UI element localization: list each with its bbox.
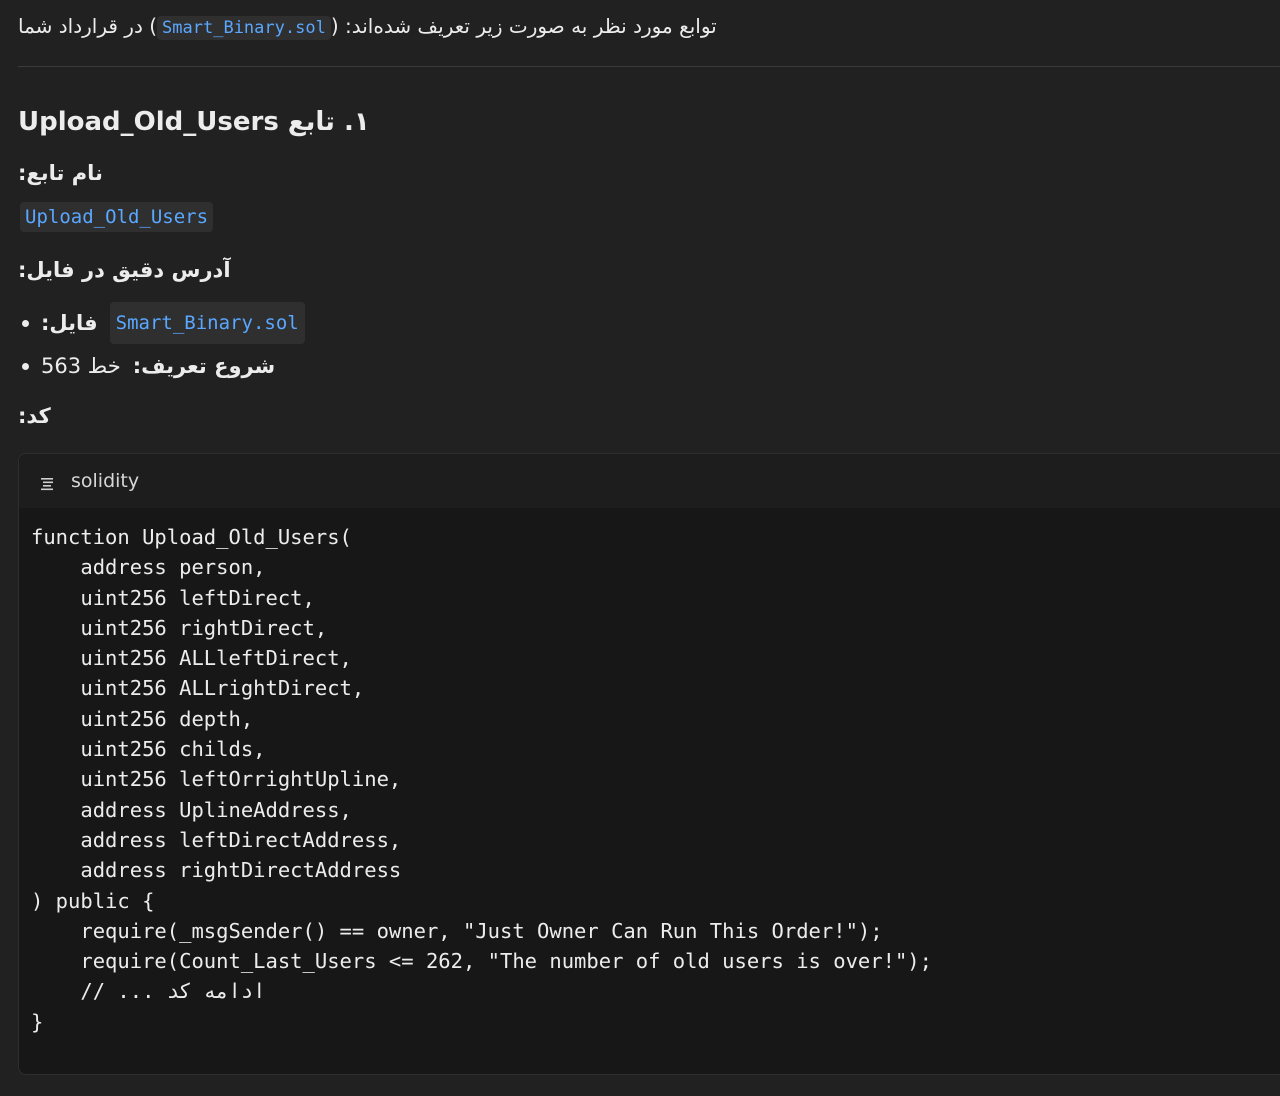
code-line: address leftDirectAddress,: [31, 827, 402, 852]
bullet-dot: [22, 362, 29, 370]
code-line: address UplineAddress,: [31, 797, 352, 822]
code-language-label: solidity: [71, 470, 140, 492]
code-line: uint256 ALLrightDirect,: [31, 676, 365, 701]
list-item: خط 563 شروع تعریف:: [22, 349, 275, 383]
code-line: uint256 ALLleftDirect,: [31, 646, 352, 671]
code-label: کد:: [18, 404, 51, 428]
code-line: uint256 childs,: [31, 737, 266, 762]
code-body[interactable]: function Upload_Old_Users( address perso…: [19, 508, 1280, 1037]
code-block: solidity function Upload_Old_Users( addr…: [18, 453, 1280, 1075]
code-line: address person,: [31, 555, 266, 580]
code-line: uint256 depth,: [31, 706, 254, 731]
bullet-dot: [22, 319, 29, 327]
intro-suffix: توابع مورد نظر به صورت زیر تعریف شده‌اند…: [344, 14, 717, 38]
code-block-header: solidity: [19, 454, 1280, 508]
function-name-code-wrap: Upload_Old_Users: [20, 202, 214, 232]
bullet-label: شروع تعریف:: [132, 354, 276, 378]
function-name-code: Upload_Old_Users: [20, 202, 214, 232]
code-line: address rightDirectAddress: [31, 858, 402, 883]
intro-filename-code: Smart_Binary.sol: [157, 16, 331, 40]
code-line: // ... ادامه کد: [31, 979, 266, 1004]
code-line: function Upload_Old_Users(: [31, 525, 352, 549]
chat-response: در قرارداد شما (Smart_Binary.sol) توابع …: [0, 0, 1280, 1096]
code-line: uint256 rightDirect,: [31, 615, 328, 640]
code-lines-icon: [41, 474, 57, 491]
bullet-label: فایل:: [41, 311, 98, 335]
intro-prefix: در قرارداد شما: [18, 14, 143, 38]
code-line: require(Count_Last_Users <= 262, "The nu…: [31, 949, 932, 974]
code-line: ) public {: [31, 888, 155, 913]
function-name-label: نام تابع:: [18, 161, 103, 185]
code-line: uint256 leftDirect,: [31, 585, 315, 610]
intro-paragraph: در قرارداد شما (Smart_Binary.sol) توابع …: [18, 14, 717, 40]
list-item: فایل: Smart_Binary.sol: [22, 302, 305, 344]
address-label: آدرس دقیق در فایل:: [18, 258, 231, 282]
section-heading: ۱. تابع Upload_Old_Users: [18, 107, 370, 137]
bullet-value: خط 563: [41, 354, 121, 378]
code-line: require(_msgSender() == owner, "Just Own…: [31, 918, 883, 943]
code-line: uint256 leftOrrightUpline,: [31, 767, 402, 792]
code-line: }: [31, 1009, 44, 1034]
divider: [18, 66, 1280, 67]
bullet-file-code: Smart_Binary.sol: [109, 302, 305, 344]
